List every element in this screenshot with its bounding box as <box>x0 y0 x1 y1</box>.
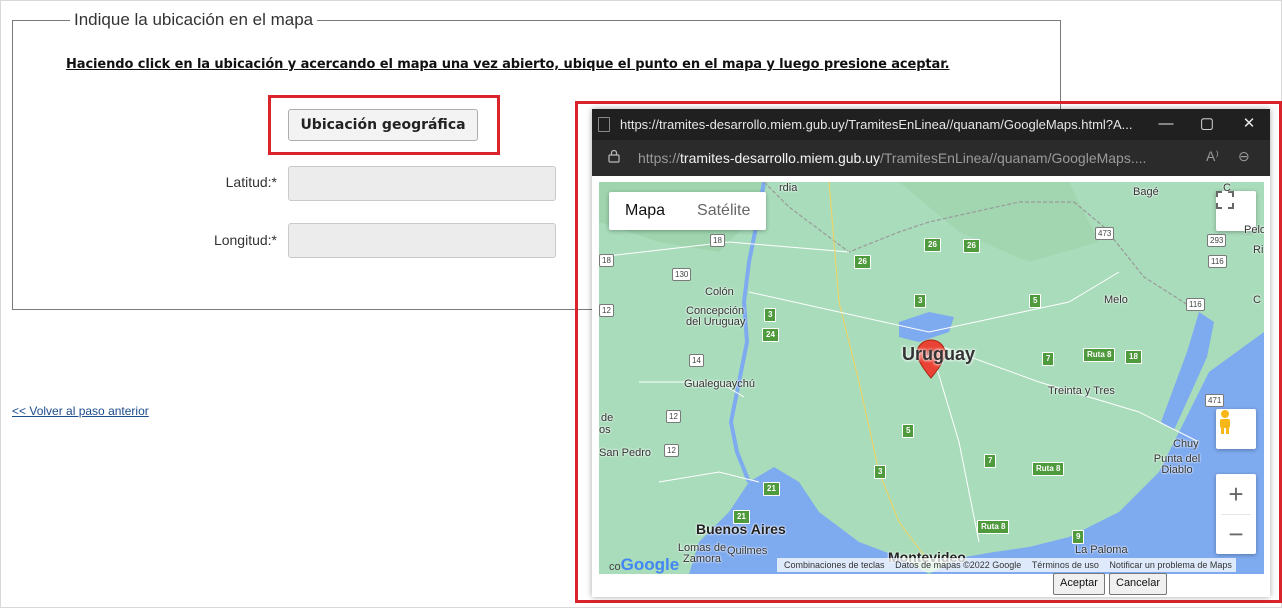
city-pelotas: Pelo <box>1244 224 1264 236</box>
road-shield: 116 <box>1186 298 1205 311</box>
route-shield: Ruta 8 <box>977 520 1010 534</box>
country-label: Uruguay <box>902 344 976 364</box>
edge-label-os: os <box>599 424 611 436</box>
city-chuy: Chuy <box>1173 438 1199 450</box>
edge-label-ri: Ri <box>1253 244 1264 256</box>
url-scheme: https:// <box>638 150 681 166</box>
popup-addressbar: https://tramites-desarrollo.miem.gub.uy/… <box>592 140 1270 176</box>
route-shield: 26 <box>963 239 980 253</box>
edge-label-c-top: C <box>1223 182 1231 194</box>
road-shield: 14 <box>689 354 704 367</box>
url-host: tramites-desarrollo.miem.gub.uy <box>680 150 880 166</box>
route-shield: 21 <box>763 482 780 496</box>
cancel-button[interactable]: Cancelar <box>1109 573 1168 595</box>
close-button[interactable]: ✕ <box>1234 113 1264 135</box>
route-shield: 5 <box>902 424 915 438</box>
route-shield: 3 <box>874 465 887 479</box>
street-view-pegman[interactable] <box>1216 409 1256 449</box>
map-type-control: Mapa Satélite <box>609 192 767 230</box>
google-logo-text: Google <box>620 555 680 574</box>
report-problem-link[interactable]: Notificar un problema de Maps <box>1105 560 1236 570</box>
instruction-text: Haciendo click en la ubicación y acercan… <box>66 57 950 72</box>
longitude-input[interactable] <box>288 223 556 258</box>
zoom-in-button[interactable]: + <box>1228 474 1243 514</box>
road-shield: 12 <box>664 444 679 457</box>
accept-button[interactable]: Aceptar <box>1053 573 1105 595</box>
google-logo-prefix: co <box>609 561 621 573</box>
route-shield: 3 <box>764 308 777 322</box>
popup-titlebar: https://tramites-desarrollo.miem.gub.uy/… <box>592 109 1270 140</box>
map-footer: Combinaciones de teclas Datos de mapas ©… <box>777 558 1236 572</box>
maximize-button[interactable]: ▢ <box>1192 113 1222 135</box>
route-shield: 7 <box>1042 352 1055 366</box>
terms-link[interactable]: Términos de uso <box>1028 560 1103 570</box>
city-treinta-y-tres: Treinta y Tres <box>1048 385 1115 397</box>
back-link[interactable]: << Volver al paso anterior <box>12 404 149 418</box>
road-shield: 130 <box>672 268 692 281</box>
read-aloud-icon[interactable]: A⁾ <box>1206 148 1219 165</box>
road-shield: 12 <box>666 410 681 423</box>
pegman-icon <box>1220 410 1230 434</box>
route-shield: 24 <box>762 328 779 342</box>
page-icon <box>598 117 610 132</box>
route-shield: 21 <box>733 510 750 524</box>
route-shield: 26 <box>854 255 871 269</box>
map-type-satellite[interactable]: Satélite <box>681 192 766 230</box>
city-melo: Melo <box>1104 294 1128 306</box>
road-shield: 471 <box>1205 394 1225 407</box>
route-shield: Ruta 8 <box>1083 348 1116 362</box>
geo-location-button[interactable]: Ubicación geográfica <box>288 109 478 141</box>
city-colon: Colón <box>705 286 734 298</box>
zoom-out-button[interactable]: − <box>1228 515 1243 554</box>
latitude-input[interactable] <box>288 166 556 201</box>
city-bage: Bagé <box>1133 186 1159 198</box>
road-shield: 18 <box>710 234 725 247</box>
popup-title: https://tramites-desarrollo.miem.gub.uy/… <box>620 117 1133 132</box>
road-shield: 12 <box>599 304 614 317</box>
zoom-control: + − <box>1216 474 1256 554</box>
city-la-paloma: La Paloma <box>1075 544 1128 556</box>
city-lomas-de-zamora: Lomas de Zamora <box>677 542 727 565</box>
edge-label-c-right: C <box>1253 294 1261 306</box>
road-shield: 473 <box>1095 227 1115 240</box>
edge-label-rdia: rdia <box>779 182 798 194</box>
map-popup-window: https://tramites-desarrollo.miem.gub.uy/… <box>592 109 1270 597</box>
road-shield: 18 <box>599 254 614 267</box>
map-type-map[interactable]: Mapa <box>609 192 681 230</box>
popup-url[interactable]: https://tramites-desarrollo.miem.gub.uy/… <box>638 150 1146 166</box>
route-shield: 18 <box>1125 350 1142 364</box>
longitude-label: Longitud:* <box>213 232 277 248</box>
route-shield: 3 <box>914 294 927 308</box>
fieldset-legend: Indique la ubicación en el mapa <box>70 10 318 30</box>
url-path: /TramitesEnLinea//quanam/GoogleMaps.... <box>880 150 1147 166</box>
map-data-text: Datos de mapas ©2022 Google <box>895 560 1022 570</box>
route-shield: 9 <box>1072 530 1085 544</box>
city-concepcion: Concepción del Uruguay <box>686 305 746 328</box>
map-canvas[interactable]: Mapa Satélite + − Uruguay Bagé Pelo Melo… <box>599 182 1264 574</box>
route-shield: 26 <box>924 238 941 252</box>
city-quilmes: Quilmes <box>727 545 768 557</box>
lock-icon[interactable] <box>608 149 620 163</box>
zoom-icon[interactable]: ⊖ <box>1238 148 1250 165</box>
minimize-button[interactable]: — <box>1151 113 1181 135</box>
google-logo[interactable]: coGoogle <box>609 555 679 574</box>
route-shield: 7 <box>984 454 997 468</box>
route-shield: Ruta 8 <box>1032 462 1065 476</box>
road-shield: 293 <box>1207 234 1227 247</box>
city-gualeguaychu: Gualeguaychú <box>684 378 755 390</box>
road-shield: 116 <box>1208 255 1227 268</box>
edge-label-de: de <box>601 412 614 424</box>
city-punta-del-diablo: Punta del Diablo <box>1153 453 1201 476</box>
route-shield: 5 <box>1029 294 1042 308</box>
keyboard-shortcuts-link[interactable]: Combinaciones de teclas <box>780 560 889 570</box>
city-san-pedro: San Pedro <box>599 447 651 459</box>
latitude-label: Latitud:* <box>225 174 277 190</box>
